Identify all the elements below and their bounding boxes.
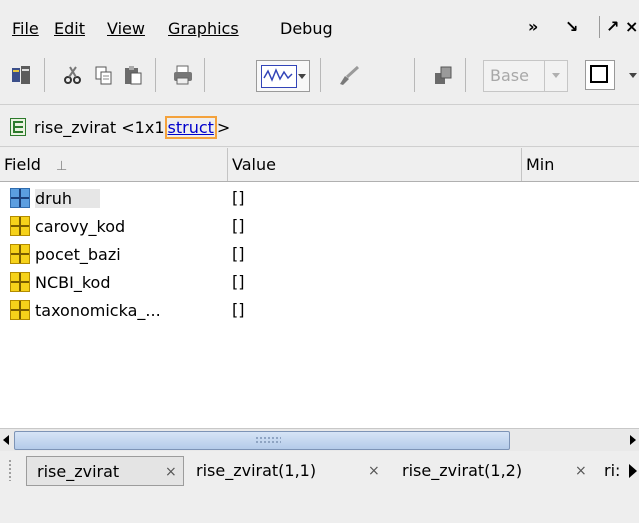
menu-file[interactable]: File	[12, 19, 39, 38]
sort-indicator-icon: ⊥	[56, 159, 68, 174]
field-name: carovy_kod	[35, 216, 126, 236]
field-name: taxonomicka_...	[35, 300, 161, 320]
variable-size: <1x1	[121, 118, 165, 137]
field-value: []	[232, 216, 245, 235]
variable-path: rise_zvirat <1x1 struct >	[34, 116, 231, 139]
table-row[interactable]: pocet_bazi []	[0, 241, 639, 267]
plot-selection-button[interactable]	[256, 60, 310, 92]
separator	[599, 16, 600, 38]
tab-rise-zvirat-1-1[interactable]: rise_zvirat(1,1)	[196, 456, 316, 486]
table-row[interactable]: carovy_kod []	[0, 213, 639, 239]
field-value: []	[232, 244, 245, 263]
struct-type-link[interactable]: struct	[164, 116, 217, 139]
struct-field-table: druh [] carovy_kod [] pocet_bazi [] NCBI…	[0, 182, 639, 428]
status-bar	[0, 489, 639, 523]
toolbar: Base	[0, 48, 639, 126]
stack-icon[interactable]	[430, 62, 456, 88]
base-workspace-select[interactable]: Base	[483, 60, 568, 92]
grip-icon	[255, 436, 281, 445]
scroll-left-icon[interactable]	[0, 429, 14, 451]
scroll-right-icon[interactable]	[625, 429, 639, 451]
field-name: pocet_bazi	[35, 244, 121, 264]
menu-bar: File Edit View Graphics Debug » ↘ ↗ ×	[0, 0, 639, 48]
plot-preview-icon	[261, 65, 297, 88]
variable-size-close: >	[216, 118, 231, 137]
struct-field-yellow-icon	[10, 216, 30, 236]
column-header-field[interactable]: Field ⊥	[0, 148, 228, 181]
tab-overflow[interactable]: ri:	[604, 456, 620, 486]
square-icon	[590, 65, 608, 83]
struct-icon	[10, 118, 26, 136]
struct-field-yellow-icon	[10, 300, 30, 320]
chevron-down-icon	[552, 73, 560, 78]
separator	[44, 58, 45, 92]
column-header-value[interactable]: Value	[228, 148, 522, 181]
tab-close-icon[interactable]: ×	[368, 456, 380, 486]
variable-name: rise_zvirat	[34, 118, 117, 137]
table-header: Field ⊥ Value Min	[0, 148, 639, 182]
field-value: []	[232, 300, 245, 319]
struct-field-blue-icon	[10, 188, 30, 208]
separator	[414, 58, 415, 92]
separator	[155, 58, 156, 92]
separator	[204, 58, 205, 92]
struct-field-yellow-icon	[10, 244, 30, 264]
copy-icon[interactable]	[91, 62, 117, 88]
paste-icon[interactable]	[120, 62, 146, 88]
separator	[320, 58, 321, 92]
minimize-icon[interactable]: ↘	[565, 17, 578, 36]
window-layout-button[interactable]	[585, 60, 615, 90]
overflow-icon[interactable]: »	[528, 17, 538, 36]
field-name: NCBI_kod	[35, 272, 111, 292]
undock-icon[interactable]: ↗	[606, 17, 619, 36]
new-variable-icon[interactable]	[8, 62, 34, 88]
tab-scroll-right-icon[interactable]	[628, 463, 638, 483]
variable-path-bar: rise_zvirat <1x1 struct >	[0, 110, 639, 147]
cut-icon[interactable]	[60, 62, 86, 88]
scrollbar-thumb[interactable]	[14, 431, 510, 450]
tab-rise-zvirat-1-2[interactable]: rise_zvirat(1,2)	[402, 456, 522, 486]
field-value: []	[232, 272, 245, 291]
struct-field-yellow-icon	[10, 272, 30, 292]
chevron-down-icon	[298, 74, 306, 79]
document-tab-bar: rise_zvirat × rise_zvirat(1,1) × rise_zv…	[0, 451, 639, 489]
column-header-min[interactable]: Min	[522, 148, 639, 181]
menu-debug[interactable]: Debug	[280, 19, 333, 38]
horizontal-scrollbar[interactable]	[0, 428, 639, 451]
brush-icon[interactable]	[336, 62, 362, 88]
field-value: []	[232, 188, 245, 207]
table-row[interactable]: taxonomicka_... []	[0, 297, 639, 323]
tab-close-icon[interactable]: ×	[575, 456, 587, 486]
chevron-down-icon[interactable]	[629, 73, 637, 78]
tab-close-icon[interactable]: ×	[165, 457, 177, 487]
separator	[465, 58, 466, 92]
menu-graphics[interactable]: Graphics	[168, 19, 239, 38]
close-icon[interactable]: ×	[625, 17, 638, 36]
drag-handle-icon[interactable]	[8, 459, 12, 481]
table-row[interactable]: NCBI_kod []	[0, 269, 639, 295]
print-icon[interactable]	[170, 62, 196, 88]
field-name: druh	[35, 188, 101, 208]
menu-edit[interactable]: Edit	[54, 19, 85, 38]
menu-view[interactable]: View	[107, 19, 145, 38]
tab-rise-zvirat[interactable]: rise_zvirat ×	[26, 456, 184, 486]
table-row[interactable]: druh []	[0, 185, 639, 211]
